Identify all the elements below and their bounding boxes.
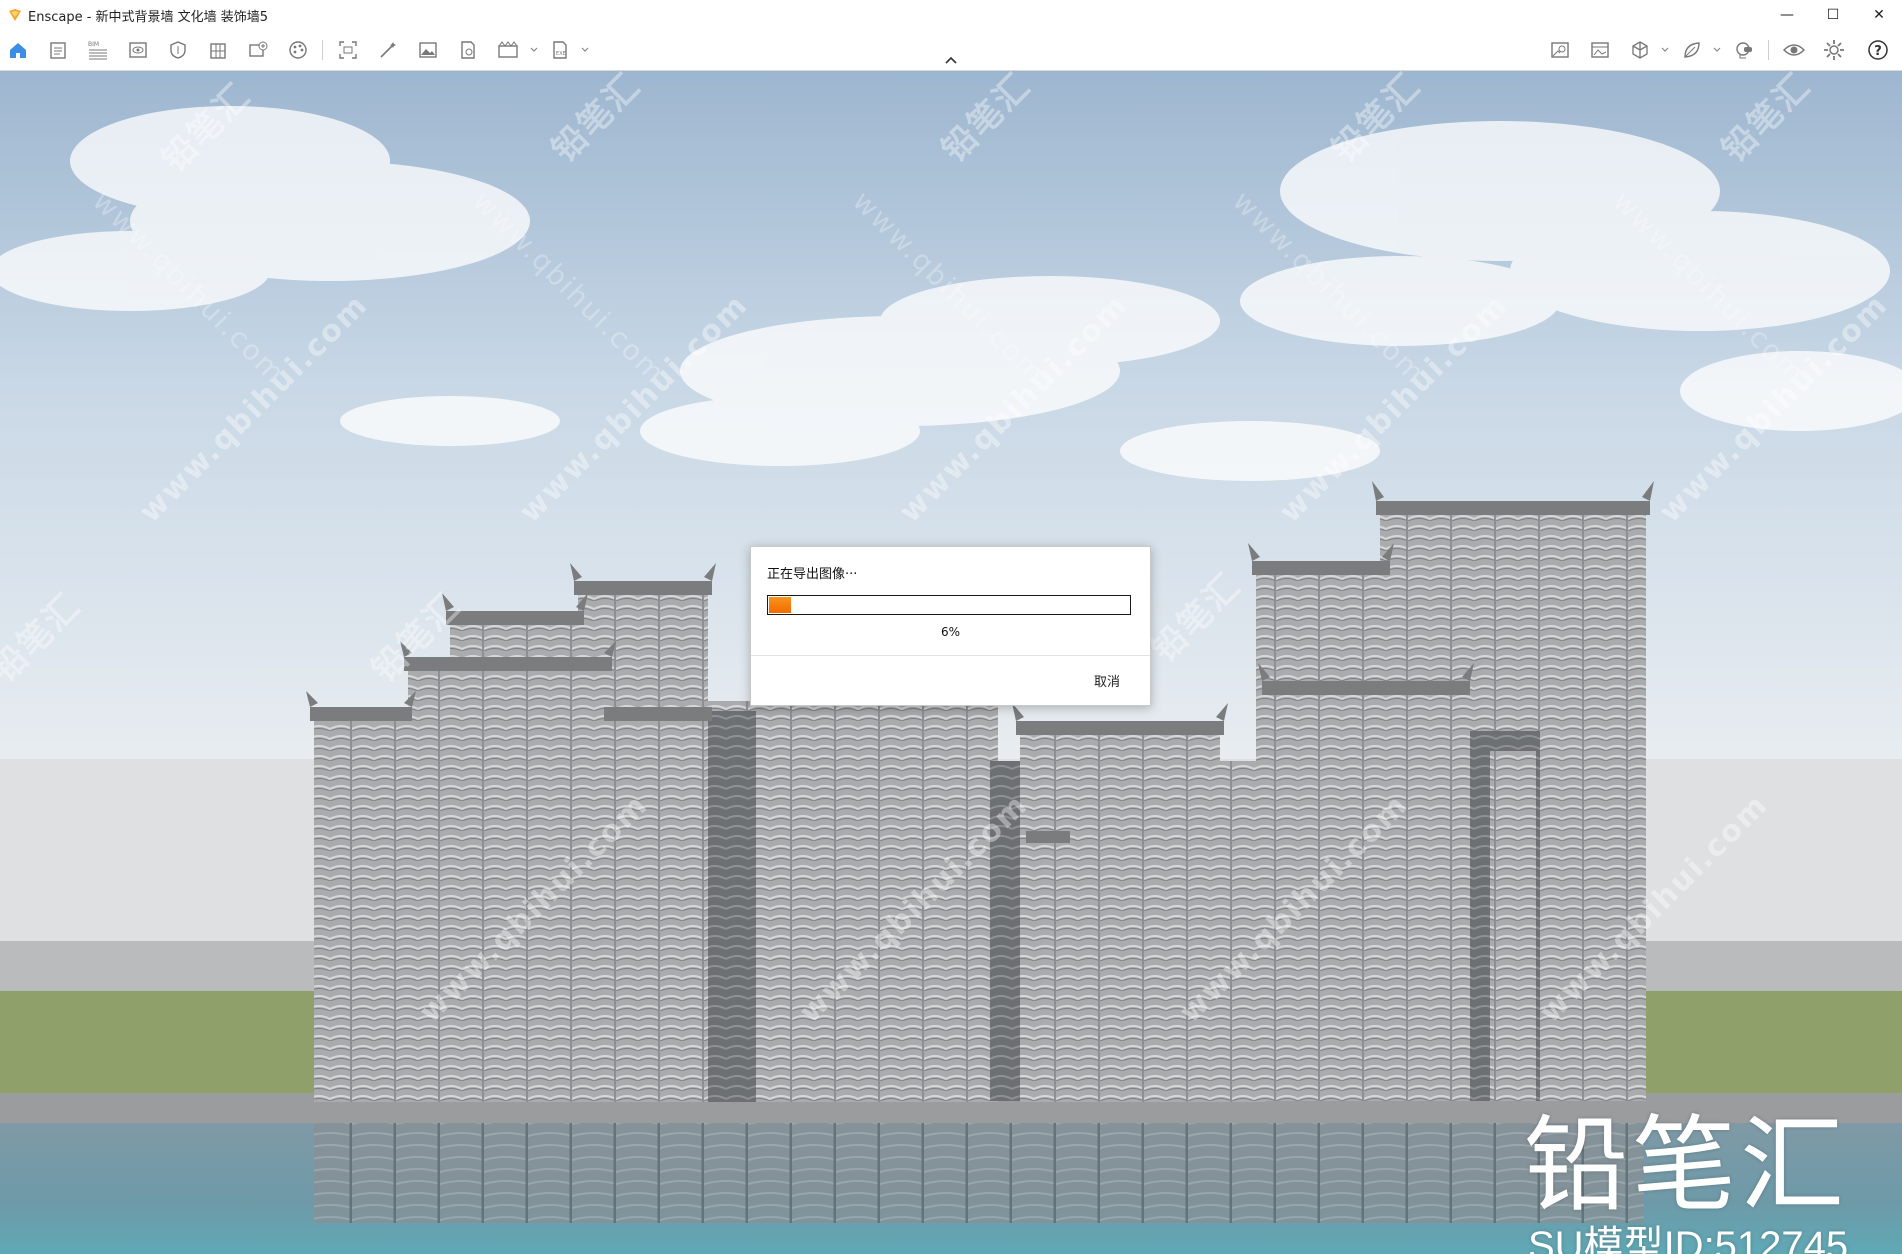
view-icon[interactable] — [126, 38, 150, 62]
cancel-button[interactable]: 取消 — [1094, 671, 1120, 690]
gear-icon[interactable] — [1822, 38, 1846, 62]
window-title: Enscape - 新中式背景墙 文化墙 装饰墙5 — [28, 9, 269, 25]
dialog-divider — [751, 655, 1150, 656]
chevron-down-icon[interactable] — [529, 42, 539, 58]
dialog-title: 正在导出图像··· — [767, 567, 858, 582]
cube-icon[interactable] — [1628, 38, 1652, 62]
svg-text:EXE: EXE — [556, 51, 566, 57]
panorama-icon[interactable]: EXE — [548, 38, 572, 62]
minimize-button[interactable]: — — [1764, 0, 1810, 30]
toolbar-separator — [1768, 40, 1769, 60]
document-icon[interactable] — [46, 38, 70, 62]
brand-watermark: 铅笔汇 — [1524, 1104, 1849, 1226]
bim-label: BIM — [88, 41, 99, 48]
chevron-down-icon[interactable] — [1712, 42, 1722, 58]
video-icon[interactable] — [496, 38, 520, 62]
shield-icon[interactable] — [166, 38, 190, 62]
progress-fill — [769, 597, 791, 613]
progress-percent-label: 6% — [940, 625, 961, 639]
home-icon[interactable] — [6, 38, 30, 62]
screenshot-icon[interactable] — [336, 38, 360, 62]
export-file-icon[interactable] — [456, 38, 480, 62]
enscape-window: Enscape - 新中式背景墙 文化墙 装饰墙5 — ☐ ✕ BIM EXE … — [0, 0, 1902, 1254]
culture-wall-right — [1248, 481, 1654, 1101]
chevron-down-icon[interactable] — [1660, 42, 1670, 58]
image-frame-icon[interactable] — [1588, 38, 1612, 62]
collapse-toolbar-icon[interactable] — [942, 54, 960, 66]
chevron-down-icon[interactable] — [580, 42, 590, 58]
window-controls: — ☐ ✕ — [1764, 0, 1902, 30]
title-bar: Enscape - 新中式背景墙 文化墙 装饰墙5 — ☐ ✕ — [0, 0, 1902, 30]
magic-wand-icon[interactable] — [376, 38, 400, 62]
enscape-logo-icon — [9, 9, 21, 21]
export-progress-dialog: 正在导出图像··· 6% 取消 — [750, 546, 1151, 706]
bim-icon[interactable]: BIM — [86, 38, 110, 62]
building-icon[interactable] — [206, 38, 230, 62]
image-icon[interactable] — [416, 38, 440, 62]
maximize-button[interactable]: ☐ — [1810, 0, 1856, 30]
leaf-icon[interactable] — [1680, 38, 1704, 62]
progress-bar — [767, 595, 1131, 615]
close-button[interactable]: ✕ — [1856, 0, 1902, 30]
eye-icon[interactable] — [1782, 38, 1806, 62]
svg-text:?: ? — [1874, 44, 1882, 59]
palette-icon[interactable] — [286, 38, 310, 62]
help-icon[interactable]: ? — [1866, 38, 1890, 62]
settings-preview-icon[interactable] — [1548, 38, 1572, 62]
culture-wall-center — [990, 703, 1266, 1102]
model-id-label: SU模型ID:512745 — [1528, 1224, 1849, 1254]
toolbar-separator — [322, 40, 323, 60]
add-view-icon[interactable] — [246, 38, 270, 62]
vr-headset-icon[interactable] — [1732, 38, 1756, 62]
